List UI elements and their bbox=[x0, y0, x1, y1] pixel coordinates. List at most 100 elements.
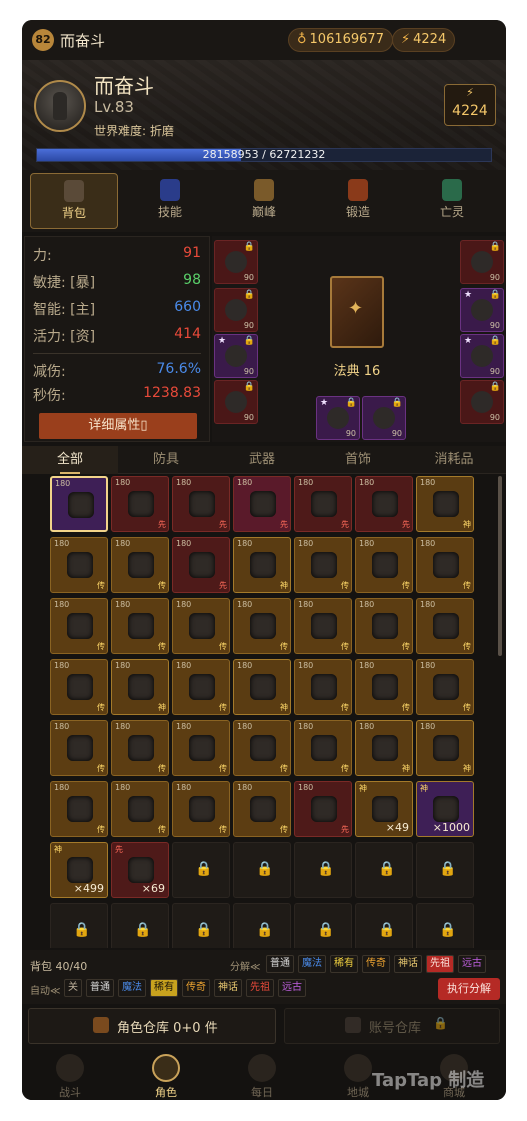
inventory-item[interactable]: 180 神 bbox=[355, 720, 413, 776]
locked-slot[interactable]: 🔒 bbox=[111, 903, 169, 948]
inventory-scrollbar[interactable] bbox=[498, 476, 502, 656]
inventory-item[interactable]: 180 传 bbox=[294, 537, 352, 593]
inventory-item[interactable]: 180 传 bbox=[416, 537, 474, 593]
nav-battle[interactable]: 战斗 bbox=[22, 1050, 118, 1100]
decompose-rarity-chip-1[interactable]: 魔法 bbox=[298, 955, 326, 973]
tab-undead[interactable]: 亡灵 bbox=[408, 173, 496, 229]
inventory-item[interactable]: 180 传 bbox=[355, 598, 413, 654]
inventory-item[interactable]: 180 传 bbox=[294, 720, 352, 776]
decompose-rarity-chip-6[interactable]: 远古 bbox=[458, 955, 486, 973]
auto-rarity-chip-3[interactable]: 传奇 bbox=[182, 979, 210, 997]
decompose-rarity-chip-4[interactable]: 神话 bbox=[394, 955, 422, 973]
detail-attributes-button[interactable]: 详细属性▯ bbox=[39, 413, 197, 439]
inventory-item[interactable]: 180 传 bbox=[294, 659, 352, 715]
category-armor[interactable]: 防具 bbox=[118, 446, 214, 474]
inventory-item[interactable]: 180 传 bbox=[50, 659, 108, 715]
inventory-item[interactable]: 180 传 bbox=[233, 720, 291, 776]
execute-decompose-button[interactable]: 执行分解 bbox=[438, 978, 500, 1000]
locked-slot[interactable]: 🔒 bbox=[233, 842, 291, 898]
inventory-item[interactable]: 180 传 bbox=[50, 537, 108, 593]
equip-slot-amulet[interactable]: 🔒 90 bbox=[460, 240, 504, 284]
locked-slot[interactable]: 🔒 bbox=[416, 903, 474, 948]
decompose-rarity-chip-3[interactable]: 传奇 bbox=[362, 955, 390, 973]
decompose-rarity-chip-2[interactable]: 稀有 bbox=[330, 955, 358, 973]
inventory-item[interactable]: 180 传 bbox=[111, 537, 169, 593]
inventory-item[interactable]: 180 传 bbox=[233, 781, 291, 837]
equip-slot-boots[interactable]: 🔒 90 bbox=[460, 380, 504, 424]
inventory-item[interactable]: 180 传 bbox=[111, 720, 169, 776]
auto-rarity-chip-1[interactable]: 魔法 bbox=[118, 979, 146, 997]
inventory-item[interactable]: 180 传 bbox=[172, 659, 230, 715]
inventory-item[interactable]: 180 先 bbox=[355, 476, 413, 532]
auto-rarity-chip-2[interactable]: 稀有 bbox=[150, 979, 178, 997]
auto-rarity-chip-4[interactable]: 神话 bbox=[214, 979, 242, 997]
inventory-item[interactable]: 180 传 bbox=[355, 537, 413, 593]
category-jewelry[interactable]: 首饰 bbox=[310, 446, 406, 474]
decompose-rarity-chip-5[interactable]: 先祖 bbox=[426, 955, 454, 973]
locked-slot[interactable]: 🔒 bbox=[294, 842, 352, 898]
tab-paragon[interactable]: 巅峰 bbox=[220, 173, 308, 229]
auto-rarity-chip-6[interactable]: 远古 bbox=[278, 979, 306, 997]
locked-slot[interactable]: 🔒 bbox=[294, 903, 352, 948]
equip-slot-offhand[interactable]: 🔒 90 bbox=[362, 396, 406, 440]
inventory-item[interactable]: 180 传 bbox=[111, 598, 169, 654]
inventory-item[interactable]: 180 传 bbox=[416, 598, 474, 654]
power-box[interactable]: ⚡ 4224 bbox=[444, 84, 496, 126]
locked-slot[interactable]: 🔒 bbox=[172, 842, 230, 898]
consumable-slot[interactable]: 先 ×69 bbox=[111, 842, 169, 898]
consumable-slot[interactable]: 神 ×499 bbox=[50, 842, 108, 898]
inventory-item[interactable]: 180 传 bbox=[111, 781, 169, 837]
category-weapon[interactable]: 武器 bbox=[214, 446, 310, 474]
equip-slot-gloves[interactable]: ★ 🔒 90 bbox=[214, 334, 258, 378]
inventory-item[interactable]: 180 神 bbox=[416, 720, 474, 776]
inventory-item[interactable]: 180 先 bbox=[294, 476, 352, 532]
inventory-item[interactable]: 180 bbox=[50, 476, 108, 532]
account-storage-button[interactable]: 账号仓库 🔒 bbox=[284, 1008, 500, 1044]
gold-counter[interactable]: ♁ 106169677 bbox=[288, 28, 393, 52]
inventory-item[interactable]: 180 神 bbox=[233, 659, 291, 715]
codex-book-icon[interactable] bbox=[330, 276, 384, 348]
tab-skills[interactable]: 技能 bbox=[126, 173, 214, 229]
locked-slot[interactable]: 🔒 bbox=[416, 842, 474, 898]
locked-slot[interactable]: 🔒 bbox=[355, 842, 413, 898]
inventory-item[interactable]: 180 传 bbox=[233, 598, 291, 654]
inventory-item[interactable]: 180 神 bbox=[233, 537, 291, 593]
inventory-item[interactable]: 180 传 bbox=[172, 781, 230, 837]
equip-slot-ring-2[interactable]: ★ 🔒 90 bbox=[460, 334, 504, 378]
equip-slot-chest[interactable]: 🔒 90 bbox=[214, 288, 258, 332]
inventory-item[interactable]: 180 传 bbox=[172, 598, 230, 654]
locked-slot[interactable]: 🔒 bbox=[355, 903, 413, 948]
inventory-item[interactable]: 180 传 bbox=[172, 720, 230, 776]
inventory-item[interactable]: 180 传 bbox=[50, 598, 108, 654]
locked-slot[interactable]: 🔒 bbox=[233, 903, 291, 948]
nav-character[interactable]: 角色 bbox=[118, 1050, 214, 1100]
consumable-slot[interactable]: 神 ×49 bbox=[355, 781, 413, 837]
role-storage-button[interactable]: 角色仓库 0+0 件 bbox=[28, 1008, 276, 1044]
consumable-slot[interactable]: 神 ×1000 bbox=[416, 781, 474, 837]
inventory-item[interactable]: 180 先 bbox=[172, 537, 230, 593]
nav-daily[interactable]: 每日 bbox=[214, 1050, 310, 1100]
inventory-item[interactable]: 180 传 bbox=[355, 659, 413, 715]
tab-backpack[interactable]: 背包 bbox=[30, 173, 118, 229]
inventory-item[interactable]: 180 传 bbox=[50, 781, 108, 837]
auto-off-toggle[interactable]: 关 bbox=[64, 979, 82, 997]
decompose-rarity-chip-0[interactable]: 普通 bbox=[266, 955, 294, 973]
inventory-item[interactable]: 180 传 bbox=[294, 598, 352, 654]
inventory-item[interactable]: 180 神 bbox=[416, 476, 474, 532]
inventory-item[interactable]: 180 先 bbox=[111, 476, 169, 532]
equip-slot-weapon[interactable]: ★ 🔒 90 bbox=[316, 396, 360, 440]
inventory-item[interactable]: 180 神 bbox=[111, 659, 169, 715]
locked-slot[interactable]: 🔒 bbox=[172, 903, 230, 948]
auto-rarity-chip-0[interactable]: 普通 bbox=[86, 979, 114, 997]
category-all[interactable]: 全部 bbox=[22, 446, 118, 474]
hero-avatar[interactable] bbox=[34, 80, 86, 132]
energy-counter[interactable]: ⚡ 4224 bbox=[392, 28, 456, 52]
locked-slot[interactable]: 🔒 bbox=[50, 903, 108, 948]
equip-slot-ring-1[interactable]: ★ 🔒 90 bbox=[460, 288, 504, 332]
category-consumable[interactable]: 消耗品 bbox=[406, 446, 502, 474]
equip-slot-helmet[interactable]: 🔒 90 bbox=[214, 240, 258, 284]
auto-rarity-chip-5[interactable]: 先祖 bbox=[246, 979, 274, 997]
tab-forge[interactable]: 锻造 bbox=[314, 173, 402, 229]
inventory-item[interactable]: 180 先 bbox=[233, 476, 291, 532]
equip-slot-pants[interactable]: 🔒 90 bbox=[214, 380, 258, 424]
